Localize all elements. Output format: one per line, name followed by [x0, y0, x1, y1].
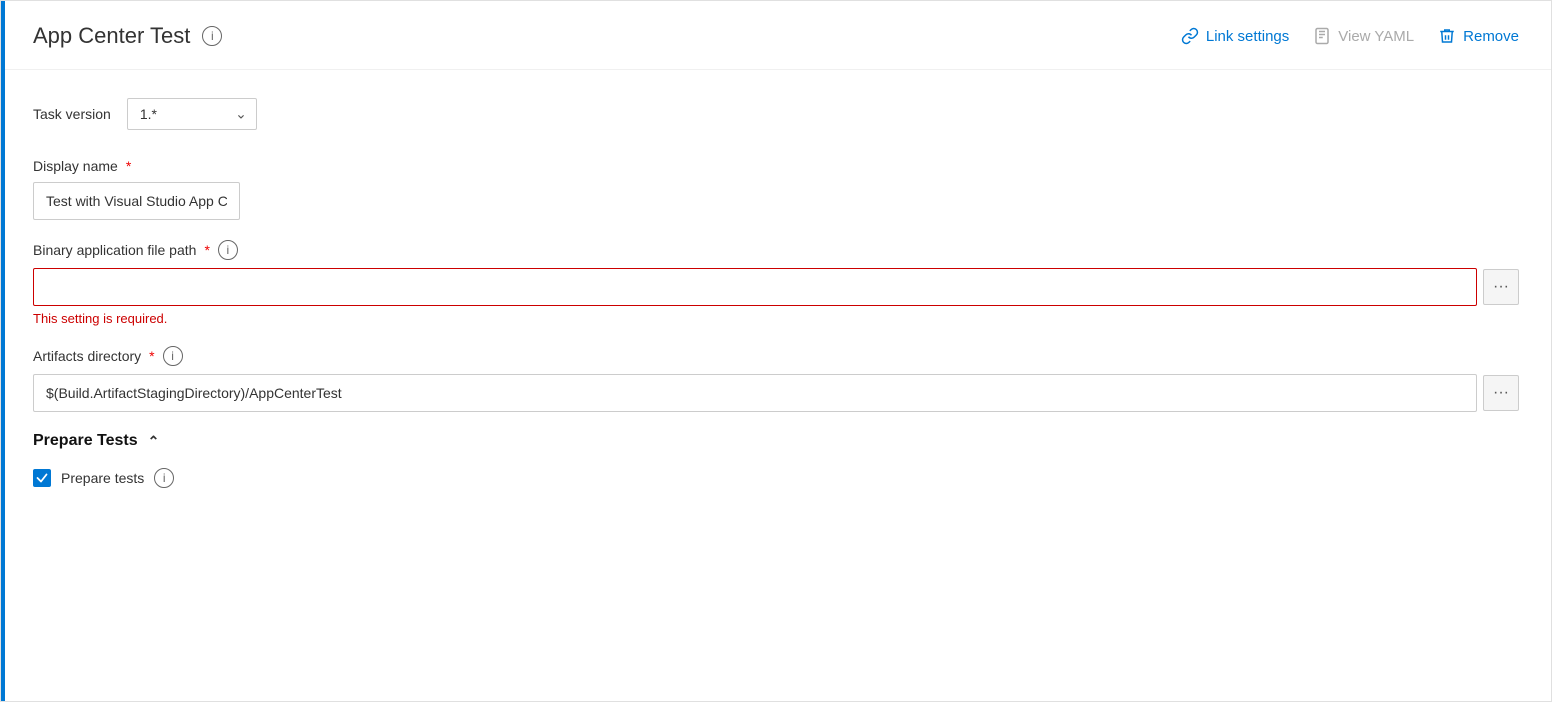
prepare-tests-checkbox[interactable]	[33, 469, 51, 487]
display-name-required: *	[126, 158, 131, 174]
main-panel: App Center Test i Link settings View YAM…	[0, 0, 1552, 702]
binary-path-field: Binary application file path * i ··· Thi…	[33, 240, 1519, 326]
task-version-select-wrapper: 1.* 2.* 0.* ⌄	[127, 98, 257, 130]
artifacts-directory-required: *	[149, 348, 154, 364]
prepare-tests-section-header: Prepare Tests ⌃	[33, 432, 1519, 450]
binary-path-browse-button[interactable]: ···	[1483, 269, 1519, 305]
artifacts-directory-input[interactable]	[33, 374, 1477, 412]
prepare-tests-title: Prepare Tests	[33, 432, 138, 450]
binary-path-label: Binary application file path	[33, 242, 196, 258]
content-area: Task version 1.* 2.* 0.* ⌄ Display name …	[1, 70, 1551, 516]
header: App Center Test i Link settings View YAM…	[1, 1, 1551, 70]
view-yaml-button[interactable]: View YAML	[1313, 27, 1414, 45]
binary-path-input[interactable]	[33, 268, 1477, 306]
artifacts-directory-input-wrapper: ···	[33, 374, 1519, 412]
checkmark-icon	[36, 472, 48, 484]
binary-path-required: *	[204, 242, 209, 258]
link-icon	[1181, 27, 1199, 45]
prepare-tests-chevron-icon[interactable]: ⌃	[148, 433, 160, 450]
blue-accent-bar	[1, 1, 5, 701]
display-name-field: Display name *	[33, 158, 1519, 220]
page-title: App Center Test	[33, 23, 190, 49]
header-left: App Center Test i	[33, 23, 222, 49]
binary-path-error: This setting is required.	[33, 311, 1519, 326]
binary-path-label-row: Binary application file path * i	[33, 240, 1519, 260]
binary-path-info-icon[interactable]: i	[218, 240, 238, 260]
prepare-tests-label: Prepare tests	[61, 470, 144, 486]
yaml-icon	[1313, 27, 1331, 45]
artifacts-directory-info-icon[interactable]: i	[163, 346, 183, 366]
task-version-label: Task version	[33, 106, 111, 122]
task-version-row: Task version 1.* 2.* 0.* ⌄	[33, 98, 1519, 130]
display-name-label-row: Display name *	[33, 158, 1519, 174]
binary-path-input-wrapper: ···	[33, 268, 1519, 306]
artifacts-directory-browse-button[interactable]: ···	[1483, 375, 1519, 411]
prepare-tests-info-icon[interactable]: i	[154, 468, 174, 488]
display-name-input[interactable]	[33, 182, 240, 220]
display-name-label: Display name	[33, 158, 118, 174]
header-actions: Link settings View YAML Remove	[1181, 27, 1519, 45]
artifacts-directory-field: Artifacts directory * i ···	[33, 346, 1519, 412]
prepare-tests-checkbox-row: Prepare tests i	[33, 468, 1519, 488]
remove-button[interactable]: Remove	[1438, 27, 1519, 45]
trash-icon	[1438, 27, 1456, 45]
task-version-select[interactable]: 1.* 2.* 0.*	[127, 98, 257, 130]
link-settings-button[interactable]: Link settings	[1181, 27, 1289, 45]
artifacts-directory-label: Artifacts directory	[33, 348, 141, 364]
title-info-icon[interactable]: i	[202, 26, 222, 46]
artifacts-directory-label-row: Artifacts directory * i	[33, 346, 1519, 366]
